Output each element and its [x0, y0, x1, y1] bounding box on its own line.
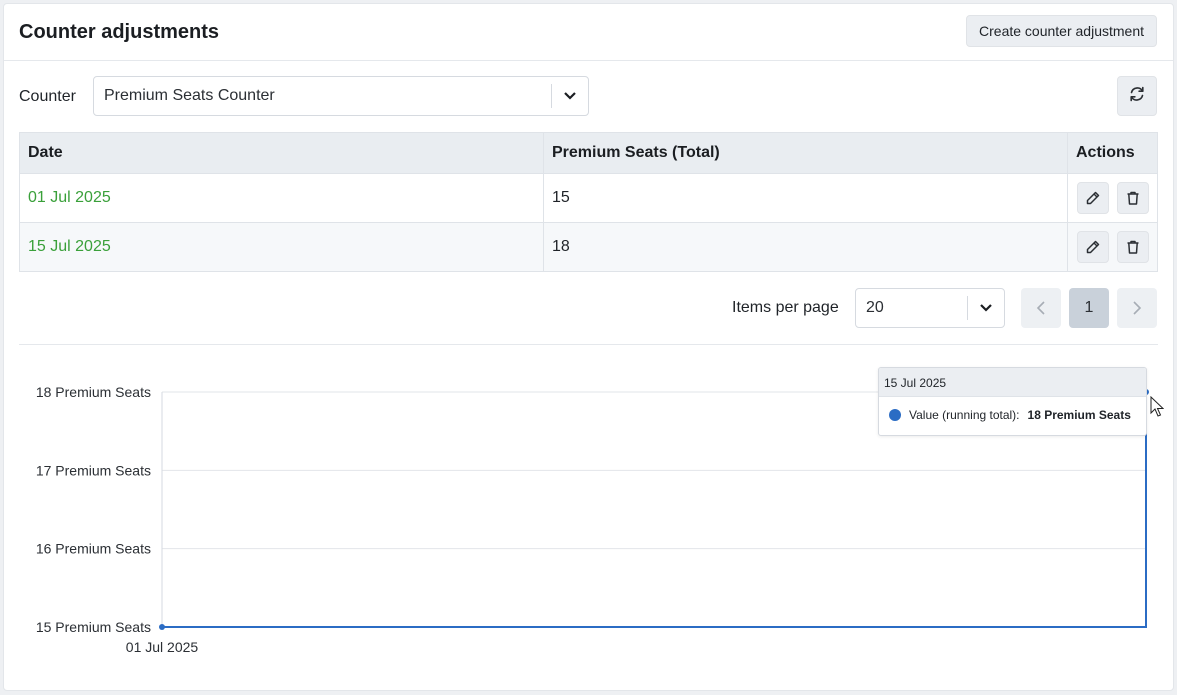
- row-date[interactable]: 15 Jul 2025: [19, 222, 544, 272]
- tooltip-body: Value (running total): 18 Premium Seats: [879, 397, 1146, 422]
- items-per-page-label: Items per page: [732, 299, 839, 316]
- edit-button[interactable]: [1077, 231, 1109, 263]
- refresh-button[interactable]: [1117, 76, 1157, 116]
- tooltip-date: 15 Jul 2025: [879, 368, 1146, 397]
- data-point: [159, 624, 165, 630]
- row-date[interactable]: 01 Jul 2025: [19, 173, 544, 223]
- table-header-row: Date Premium Seats (Total) Actions: [19, 132, 1158, 174]
- chevron-left-icon: [1036, 301, 1045, 315]
- mouse-cursor-icon: [1150, 396, 1164, 417]
- page-title: Counter adjustments: [19, 21, 220, 43]
- pencil-icon: [1086, 240, 1100, 254]
- column-header-actions: Actions: [1067, 132, 1158, 174]
- series-color-dot: [889, 409, 901, 421]
- page-button-current[interactable]: 1: [1069, 288, 1109, 328]
- edit-button[interactable]: [1077, 182, 1109, 214]
- trash-icon: [1127, 191, 1139, 205]
- y-tick-label: 17 Premium Seats: [36, 462, 151, 478]
- delete-button[interactable]: [1117, 182, 1149, 214]
- items-per-page-value: 20: [866, 299, 884, 316]
- create-counter-adjustment-button[interactable]: Create counter adjustment: [966, 15, 1157, 47]
- adjustments-table: Date Premium Seats (Total) Actions 01 Ju…: [19, 132, 1158, 272]
- table-row: 01 Jul 2025 15: [19, 173, 1158, 223]
- row-value: 15: [543, 173, 1068, 223]
- chevron-down-icon[interactable]: [968, 289, 1004, 327]
- trash-icon: [1127, 240, 1139, 254]
- chart-tooltip: 15 Jul 2025 Value (running total): 18 Pr…: [878, 367, 1147, 436]
- items-per-page-select[interactable]: 20: [855, 288, 1005, 328]
- row-actions: [1067, 222, 1158, 272]
- y-tick-label: 16 Premium Seats: [36, 541, 151, 557]
- counter-select-value: Premium Seats Counter: [104, 87, 275, 104]
- section-divider: [19, 344, 1158, 345]
- y-tick-label: 18 Premium Seats: [36, 384, 151, 400]
- column-header-premium-seats[interactable]: Premium Seats (Total): [543, 132, 1068, 174]
- previous-page-button[interactable]: [1021, 288, 1061, 328]
- x-tick-label: 01 Jul 2025: [126, 639, 199, 655]
- chevron-right-icon: [1133, 301, 1142, 315]
- card-header: Counter adjustments Create counter adjus…: [4, 4, 1173, 61]
- column-header-date[interactable]: Date: [19, 132, 544, 174]
- y-tick-label: 15 Premium Seats: [36, 619, 151, 635]
- next-page-button[interactable]: [1117, 288, 1157, 328]
- counter-select[interactable]: Premium Seats Counter: [93, 76, 589, 116]
- delete-button[interactable]: [1117, 231, 1149, 263]
- tooltip-label: Value (running total):: [909, 408, 1020, 422]
- row-value: 18: [543, 222, 1068, 272]
- counter-label: Counter: [19, 88, 76, 105]
- refresh-icon: [1128, 85, 1146, 108]
- tooltip-value: 18 Premium Seats: [1027, 408, 1131, 422]
- row-actions: [1067, 173, 1158, 223]
- counter-adjustments-card: Counter adjustments Create counter adjus…: [3, 3, 1174, 691]
- chevron-down-icon[interactable]: [552, 77, 588, 115]
- table-row: 15 Jul 2025 18: [19, 222, 1158, 272]
- pencil-icon: [1086, 191, 1100, 205]
